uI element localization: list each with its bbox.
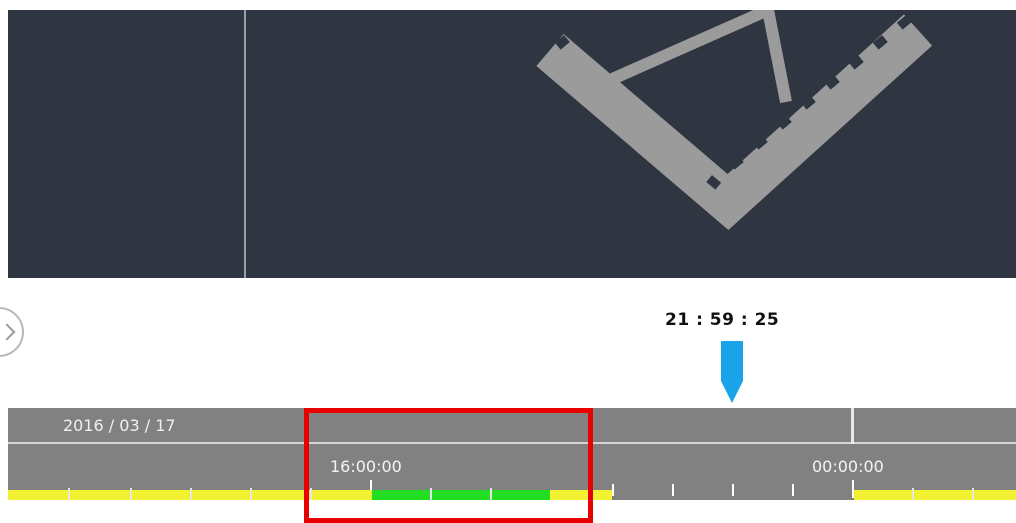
highlight-annotation xyxy=(304,408,593,523)
segment-separator xyxy=(972,488,974,500)
minor-tick xyxy=(792,484,794,496)
chevron-right-icon xyxy=(0,323,16,341)
segment-separator xyxy=(68,488,70,500)
segment-separator xyxy=(130,488,132,500)
timeline-date: 2016 / 03 / 17 xyxy=(63,416,176,435)
film-strip-icon xyxy=(536,10,933,230)
video-preview xyxy=(8,10,1016,278)
day-boundary-marker xyxy=(851,408,854,444)
segment-separator xyxy=(912,488,914,500)
playback-controls xyxy=(0,278,1016,408)
minor-tick xyxy=(672,484,674,496)
segment-separator xyxy=(250,488,252,500)
minor-tick xyxy=(612,484,614,496)
tick-label-00: 00:00:00 xyxy=(812,457,884,476)
current-time-label: 21 : 59 : 25 xyxy=(665,310,780,330)
segment-separator xyxy=(190,488,192,500)
minor-tick xyxy=(732,484,734,496)
playhead-marker-icon[interactable] xyxy=(719,341,745,405)
recording-segment-continuous[interactable] xyxy=(854,490,1016,500)
